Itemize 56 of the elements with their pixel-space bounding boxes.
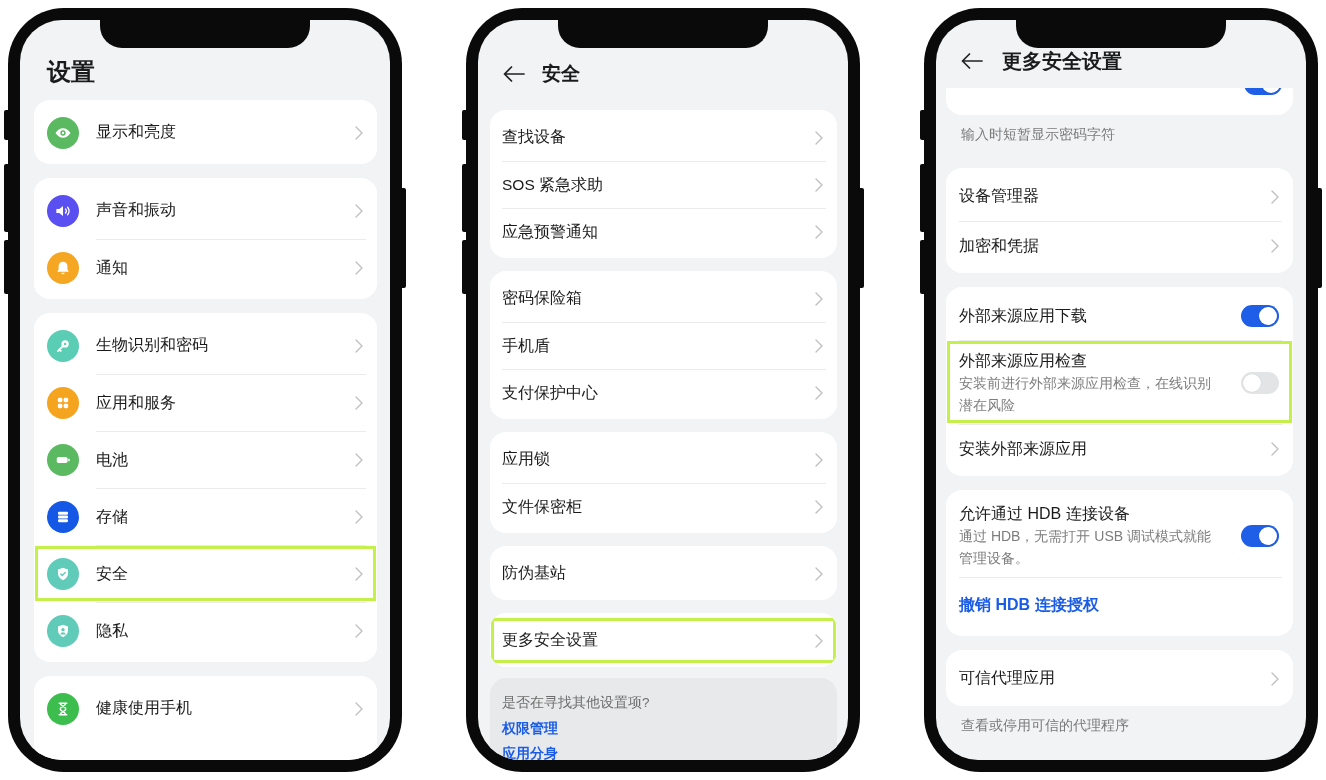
chevron-right-icon [815, 339, 823, 353]
chevron-right-icon [1271, 671, 1279, 686]
side-button[interactable] [4, 164, 8, 232]
row-title: 外部来源应用检查 [959, 351, 1088, 371]
chevron-right-icon [815, 386, 823, 400]
chevron-right-icon [815, 130, 823, 145]
side-button[interactable] [920, 240, 924, 294]
screen-title: 设置 [47, 57, 95, 87]
suggestion-prompt: 是否在寻找其他设置项? [502, 694, 650, 712]
row-title: 外部来源应用下载 [959, 306, 1088, 326]
chevron-right-icon [815, 225, 823, 239]
back-arrow-icon[interactable] [503, 66, 525, 82]
row-title: 允许通过 HDB 连接设备 [959, 504, 1131, 524]
row-subtitle: 通过 HDB，无需打开 USB 调试模式就能管理设备。 [959, 527, 1212, 568]
chevron-right-icon [355, 338, 363, 353]
toggle-switch[interactable] [1241, 304, 1279, 327]
chevron-right-icon [815, 500, 823, 514]
side-button[interactable] [1318, 188, 1322, 288]
side-button[interactable] [860, 188, 864, 288]
back-arrow-icon[interactable] [961, 53, 983, 69]
toggle-switch[interactable] [1241, 371, 1279, 394]
side-button[interactable] [920, 110, 924, 140]
side-button[interactable] [462, 240, 466, 294]
chevron-right-icon [355, 261, 363, 275]
side-button[interactable] [402, 188, 406, 288]
settings-row[interactable]: 安全 [34, 545, 377, 602]
chevron-right-icon [355, 567, 363, 581]
chevron-right-icon [355, 453, 363, 467]
side-button[interactable] [4, 110, 8, 140]
screen-title: 更多安全设置 [1002, 49, 1122, 73]
side-button[interactable] [462, 110, 466, 140]
toggle-switch[interactable] [1244, 88, 1282, 95]
chevron-right-icon [815, 452, 823, 467]
side-button[interactable] [4, 240, 8, 294]
chevron-right-icon [815, 566, 823, 581]
footnote-text: 查看或停用可信的代理程序 [961, 716, 1129, 734]
screen-title: 安全 [542, 62, 580, 86]
side-button[interactable] [920, 164, 924, 232]
side-button[interactable] [462, 164, 466, 232]
chevron-right-icon [1271, 189, 1279, 204]
footnote-text: 输入时短暂显示密码字符 [961, 125, 1115, 143]
chevron-right-icon [1271, 239, 1279, 253]
row-subtitle: 安装前进行外部来源应用检查，在线识别潜在风险 [959, 374, 1212, 415]
suggestion-link[interactable]: 权限管理 [502, 721, 558, 737]
chevron-right-icon [355, 396, 363, 410]
chevron-right-icon [815, 178, 823, 192]
chevron-right-icon [355, 701, 363, 716]
chevron-right-icon [355, 125, 363, 140]
chevron-right-icon [355, 510, 363, 524]
chevron-right-icon [355, 624, 363, 638]
chevron-right-icon [1271, 442, 1279, 456]
chevron-right-icon [815, 633, 823, 648]
chevron-right-icon [815, 291, 823, 306]
toggle-switch[interactable] [1241, 524, 1279, 547]
chevron-right-icon [355, 203, 363, 218]
settings-row[interactable]: 更多安全设置 [490, 617, 837, 664]
